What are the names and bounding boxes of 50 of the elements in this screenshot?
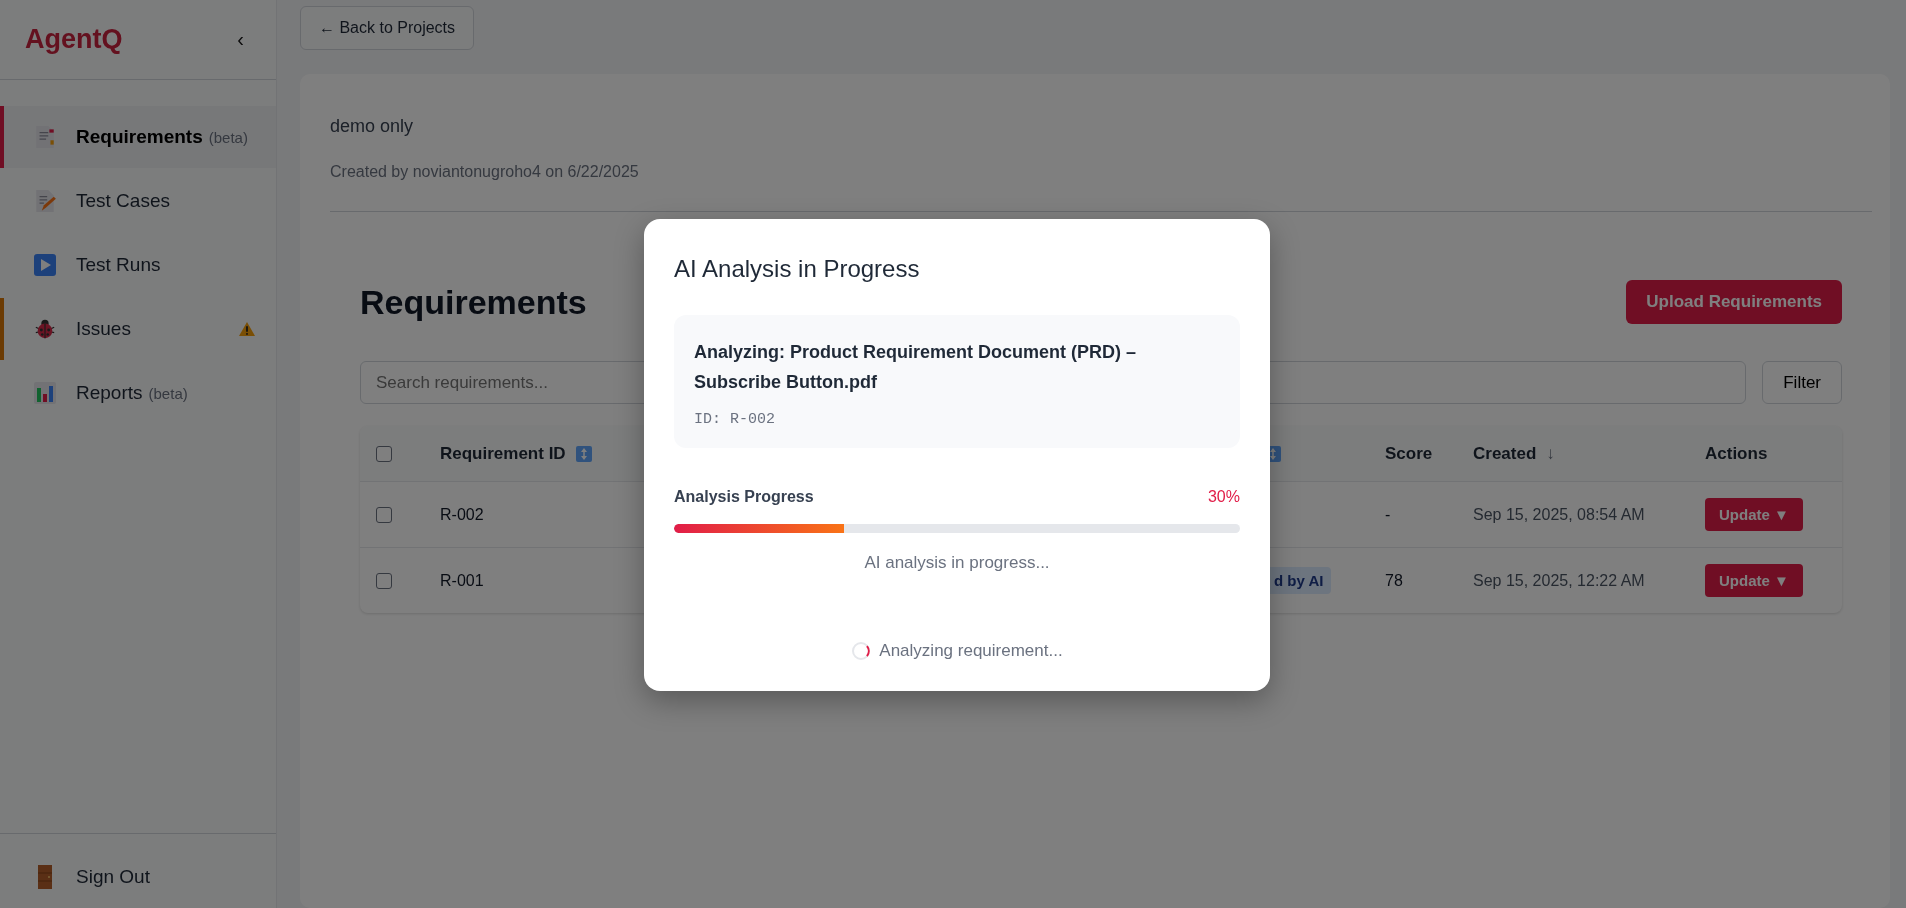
document-icon [34,125,56,149]
nav-item[interactable]: Test Cases [0,170,276,232]
play-icon [34,253,56,277]
column-header[interactable]: Requirement ID [440,443,566,464]
warning-icon [238,321,256,337]
update-button[interactable]: Update ▼ [1705,498,1803,531]
table-cell: R-001 [440,571,484,590]
file-id: ID: R-002 [694,411,776,428]
logo[interactable]: AgentQ [25,24,123,55]
progress-percent: 30% [1207,488,1240,506]
row-checkbox[interactable] [376,572,392,589]
nav-label: Issues [76,318,132,340]
document-pencil-icon [34,189,56,213]
column-header[interactable]: Created [1473,443,1537,464]
column-header[interactable]: Score [1385,443,1433,464]
nav-label: Reports (beta) [76,382,189,404]
bar-chart-icon [34,381,56,405]
sort-arrow[interactable]: ↓ [1546,443,1555,464]
table-cell: Sep 15, 2025, 12:22 AM [1473,571,1645,590]
page-title: Requirements [360,282,587,322]
nav-label: Requirements (beta) [76,126,249,148]
collapse-button[interactable]: ‹ [233,28,248,51]
nav-item[interactable]: Issues [0,298,276,360]
progress-status: AI analysis in progress... [863,553,1051,573]
table-cell: 78 [1385,571,1403,590]
spinner-icon [851,641,872,661]
column-header[interactable]: Actions [1705,443,1768,464]
loading-text: Analyzing requirement... [879,641,1063,661]
nav-item[interactable]: Test Runs [0,234,276,296]
nav-item[interactable]: Reports (beta) [0,362,276,424]
row-checkbox[interactable] [376,506,392,523]
table-cell: R-002 [440,505,484,524]
table-cell: - [1385,505,1391,524]
project-name: demo only [330,116,415,137]
back-button[interactable]: ← Back to Projects [300,6,475,50]
update-button[interactable]: Update ▼ [1705,564,1803,597]
progress-label: Analysis Progress [674,488,814,506]
project-meta: Created by noviantonugroho4 on 6/22/2025 [330,163,640,181]
table-cell: Sep 15, 2025, 08:54 AM [1473,505,1645,524]
upload-button[interactable]: Upload Requirements [1626,280,1842,324]
sign-out-item[interactable]: Sign Out [0,846,276,908]
filter-button[interactable]: Filter [1762,361,1842,404]
nav-label: Test Cases [76,190,171,212]
nav-item[interactable]: Requirements (beta) [0,106,276,168]
modal-title: AI Analysis in Progress [674,255,921,283]
nav-label: Test Runs [76,254,162,276]
ladybug-icon [34,317,56,341]
nav-label: Sign Out [76,866,151,888]
select-all-checkbox[interactable] [376,445,392,462]
file-name: Analyzing: Product Requirement Document (PRD) – Subscribe Button.pdf [694,341,1138,394]
